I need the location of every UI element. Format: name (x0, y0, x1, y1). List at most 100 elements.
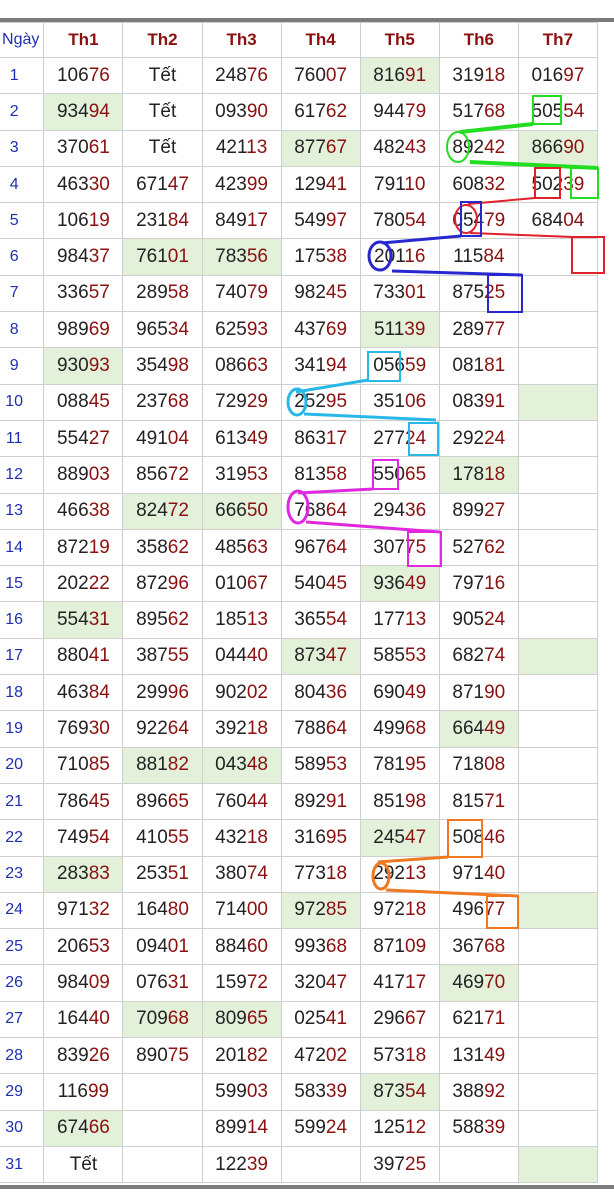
result-prefix-digits: 617 (294, 100, 326, 122)
result-suffix-digits: 63 (246, 355, 268, 377)
result-suffix-digits: 64 (325, 500, 348, 522)
result-prefix-digits: 872 (56, 536, 89, 558)
result-cell (280, 1145, 361, 1184)
result-suffix-digits: 18 (405, 1044, 427, 1066)
result-prefix-digits: 583 (294, 1080, 326, 1102)
result-suffix-digits: 12 (405, 1117, 427, 1139)
result-prefix-digits: 884 (215, 935, 247, 957)
result-prefix-digits: 599 (294, 1117, 326, 1139)
result-suffix-digits: 68 (484, 935, 506, 957)
result-prefix-digits: 292 (452, 427, 485, 449)
result-suffix-digits: 74 (246, 863, 268, 885)
result-prefix-digits: 781 (373, 754, 405, 776)
result-suffix-digits: 49 (405, 681, 427, 703)
result-suffix-digits: 94 (325, 355, 348, 377)
result-prefix-digits: 283 (56, 863, 89, 885)
result-prefix-digits: 871 (373, 935, 405, 957)
result-suffix-digits: 55 (167, 645, 189, 667)
result-prefix-digits: 788 (294, 717, 326, 739)
table-row: 26 98409 07631 15972 32047 41717 46970 (0, 964, 599, 1002)
result-suffix-digits: 17 (246, 209, 268, 231)
result-cell (438, 1145, 519, 1184)
result-prefix-digits: 993 (294, 935, 326, 957)
day-number: 20 (0, 746, 45, 784)
result-prefix-digits: 159 (215, 972, 247, 994)
result-suffix-digits: 39 (563, 173, 585, 195)
result-prefix-digits: 875 (452, 282, 485, 304)
result-suffix-digits: 62 (167, 609, 189, 631)
result-cell: 97285 (280, 891, 361, 930)
result-prefix-digits: 319 (215, 463, 247, 485)
result-prefix-digits: 849 (215, 209, 247, 231)
result-cell: 10676 (43, 56, 124, 95)
day-number: 18 (0, 674, 45, 712)
table-row: 27 16440 70968 80965 02541 29667 62171 (0, 1000, 599, 1039)
result-suffix-digits: 69 (325, 318, 348, 340)
result-cell: 71085 (43, 746, 124, 784)
result-prefix-digits: 729 (215, 391, 247, 413)
result-prefix-digits: 417 (373, 972, 405, 994)
result-prefix-digits: 086 (215, 355, 247, 377)
result-prefix-digits: 839 (56, 1044, 89, 1066)
day-number: 5 (0, 202, 45, 240)
result-prefix-digits: 664 (452, 717, 485, 739)
result-prefix-digits: 768 (294, 500, 326, 522)
result-prefix-digits: 351 (373, 391, 405, 413)
result-prefix-digits: 554 (56, 427, 89, 449)
result-suffix-digits: 39 (484, 1117, 506, 1139)
result-suffix-digits: 18 (484, 463, 506, 485)
result-cell: 16480 (122, 891, 203, 930)
result-cell (517, 383, 599, 421)
result-suffix-digits: 02 (325, 1044, 348, 1066)
result-cell: 72929 (201, 383, 282, 421)
result-cell: 29996 (122, 674, 203, 712)
result-suffix-digits: 62 (325, 100, 348, 122)
result-prefix-digits: 871 (452, 681, 485, 703)
result-suffix-digits: 32 (484, 173, 506, 195)
result-cell: 18513 (201, 601, 282, 639)
result-cell (517, 819, 599, 857)
result-cell: 15972 (201, 964, 282, 1002)
result-suffix-digits: 45 (325, 282, 348, 304)
result-suffix-digits: 31 (167, 972, 189, 994)
result-cell: 87347 (280, 637, 361, 676)
result-prefix-digits: 585 (373, 645, 405, 667)
result-cell: 31953 (201, 456, 282, 494)
result-suffix-digits: 85 (325, 899, 348, 921)
result-cell: 27724 (359, 419, 440, 458)
day-number: 7 (0, 274, 45, 313)
result-prefix-digits: 971 (56, 899, 89, 921)
result-prefix-digits: 783 (215, 246, 247, 268)
result-suffix-digits: 72 (167, 463, 189, 485)
result-prefix-digits: 880 (56, 645, 89, 667)
result-suffix-digits: 51 (167, 863, 189, 885)
result-cell: 43218 (201, 819, 282, 857)
result-cell (517, 637, 599, 676)
result-cell: 86317 (280, 419, 361, 458)
result-prefix-digits: 780 (373, 209, 405, 231)
result-prefix-digits: 358 (136, 536, 168, 558)
result-prefix-digits: 245 (373, 826, 405, 848)
result-suffix-digits: 41 (325, 173, 348, 195)
result-prefix-digits: 319 (452, 64, 485, 86)
result-suffix-digits: 18 (405, 899, 427, 921)
result-cell: 87767 (280, 129, 361, 167)
result-prefix-digits: 496 (452, 899, 485, 921)
result-cell: 46970 (438, 964, 519, 1002)
result-prefix-digits: 252 (294, 391, 326, 413)
result-cell (517, 964, 599, 1002)
result-cell: 28958 (122, 274, 203, 313)
result-cell: 55065 (359, 456, 440, 494)
result-suffix-digits: 38 (325, 246, 348, 268)
result-cell (517, 347, 599, 385)
table-row: 12 88903 85672 31953 81358 55065 17818 (0, 456, 599, 494)
result-prefix-digits: 025 (294, 1008, 326, 1030)
result-prefix-digits: 892 (452, 137, 485, 159)
result-prefix-digits: 472 (294, 1044, 326, 1066)
result-suffix-digits: 25 (405, 1153, 427, 1175)
result-suffix-digits: 47 (167, 173, 189, 195)
result-suffix-digits: 68 (325, 935, 348, 957)
day-number: 21 (0, 782, 45, 821)
result-suffix-digits: 67 (405, 1008, 427, 1030)
result-cell: 81571 (438, 782, 519, 821)
